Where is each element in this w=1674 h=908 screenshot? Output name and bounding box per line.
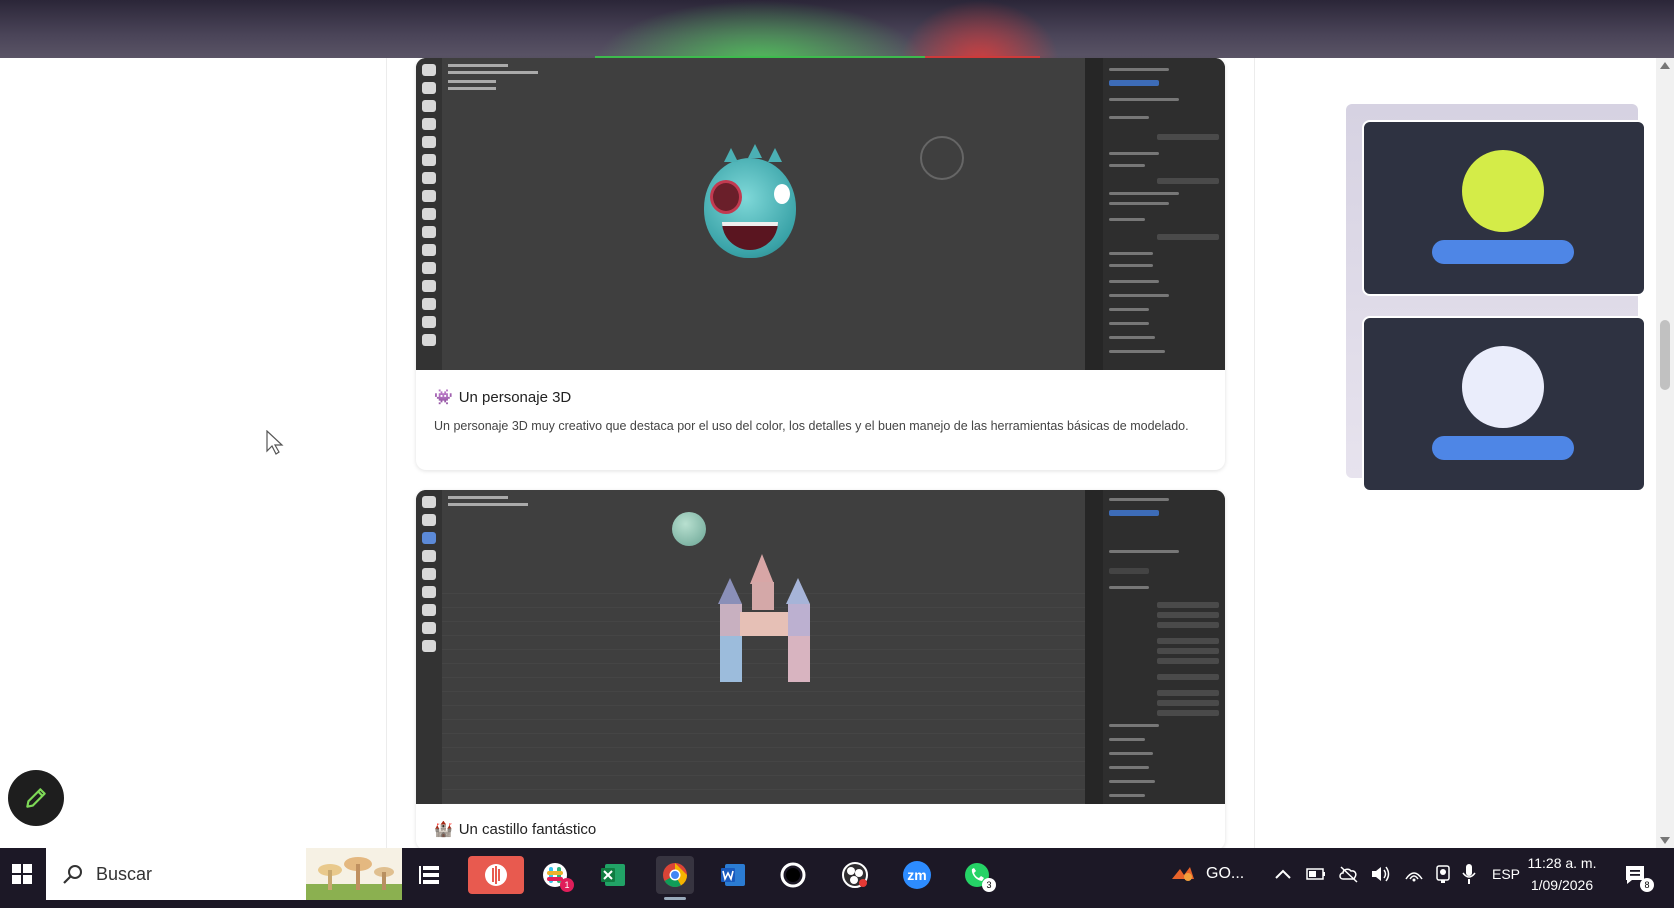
volume-icon[interactable] (1370, 865, 1392, 883)
card-title: 🏰 Un castillo fantástico (434, 820, 1207, 839)
viewport-stats (448, 64, 538, 90)
taskbar-search[interactable]: Buscar (46, 848, 402, 900)
brush-circle (920, 136, 964, 180)
tray-app-icon (1172, 867, 1194, 881)
windows-logo-icon (12, 864, 32, 884)
participant-tile[interactable] (1362, 316, 1646, 492)
notification-badge: 8 (1640, 878, 1654, 892)
active-indicator (664, 897, 686, 900)
search-label: Buscar (96, 863, 153, 884)
word-icon[interactable] (714, 856, 752, 894)
tray-app-label: GO... (1206, 865, 1245, 882)
blender-screenshot-castle (416, 490, 1225, 804)
blender-screenshot-character (416, 58, 1225, 370)
viewport-stats (448, 496, 528, 506)
mouse-pointer-icon (266, 430, 284, 455)
meet-now-icon[interactable] (1434, 864, 1452, 884)
column-border-left (386, 58, 387, 848)
scrollbar-thumb[interactable] (1660, 320, 1670, 390)
castle-emoji-icon: 🏰 (434, 821, 453, 838)
meeting-top-bar (0, 0, 1674, 62)
chrome-icon[interactable] (656, 856, 694, 900)
pencil-icon (26, 788, 46, 808)
zoom-label: zm (907, 867, 927, 883)
clock-time: 11:28 a. m. (1527, 855, 1597, 871)
video-participants-panel (1346, 104, 1646, 492)
blender-properties-panel (1085, 490, 1225, 804)
alien-emoji-icon: 👾 (434, 389, 453, 406)
language-indicator[interactable]: ESP (1492, 866, 1520, 882)
card-title-text: Un personaje 3D (458, 388, 572, 406)
tray-app[interactable]: GO... (1170, 848, 1244, 900)
start-button[interactable] (0, 848, 44, 900)
edit-button[interactable] (8, 770, 64, 826)
column-border-right (1254, 58, 1255, 848)
windows-taskbar: Buscar 1 zm 3 GO... ESP 11:28 a. m. 1/09… (0, 848, 1674, 908)
obs-icon[interactable] (836, 856, 874, 894)
cortana-icon[interactable] (774, 856, 812, 894)
project-card-castle[interactable]: 🏰 Un castillo fantástico (416, 490, 1225, 850)
taskbar-clock[interactable]: 11:28 a. m. 1/09/2026 (1522, 852, 1602, 896)
monster-model (704, 144, 796, 258)
podcast-app-icon[interactable] (468, 856, 524, 894)
participant-avatar (1462, 150, 1544, 232)
participant-name-bar (1432, 240, 1574, 264)
whatsapp-badge: 3 (982, 878, 996, 892)
task-view-icon[interactable] (412, 856, 450, 894)
castle-model (712, 554, 812, 682)
participant-tile[interactable] (1362, 120, 1646, 296)
project-card-character[interactable]: 👾 Un personaje 3D Un personaje 3D muy cr… (416, 58, 1225, 470)
whatsapp-icon[interactable]: 3 (958, 856, 996, 894)
scroll-down-arrow-icon[interactable] (1660, 837, 1670, 844)
cloud-off-icon[interactable] (1338, 865, 1360, 883)
microphone-icon[interactable] (1462, 863, 1476, 885)
clock-date: 1/09/2026 (1530, 877, 1594, 893)
excel-icon[interactable] (594, 856, 632, 894)
blender-toolbar (416, 58, 442, 370)
search-highlight-art (306, 848, 402, 900)
red-glow (900, 0, 1060, 62)
zoom-icon[interactable]: zm (898, 856, 936, 894)
wifi-icon[interactable] (1404, 865, 1424, 883)
scroll-up-arrow-icon[interactable] (1660, 62, 1670, 69)
green-glow (595, 0, 925, 62)
search-icon (63, 865, 82, 884)
blender-properties-panel (1085, 58, 1225, 370)
blender-toolbar (416, 490, 442, 804)
notification-center-button[interactable]: 8 (1618, 858, 1654, 892)
battery-icon[interactable] (1306, 867, 1326, 881)
chevron-up-icon[interactable] (1274, 868, 1292, 880)
participant-avatar (1462, 346, 1544, 428)
sphere-model (672, 512, 706, 546)
slack-badge: 1 (560, 878, 574, 892)
card-title: 👾 Un personaje 3D (434, 388, 1207, 407)
system-tray: ESP (1274, 848, 1520, 900)
card-title-text: Un castillo fantástico (458, 820, 597, 838)
card-description: Un personaje 3D muy creativo que destaca… (434, 419, 1189, 433)
participant-name-bar (1432, 436, 1574, 460)
page-scrollbar[interactable] (1656, 58, 1674, 848)
slack-icon[interactable]: 1 (536, 856, 574, 894)
